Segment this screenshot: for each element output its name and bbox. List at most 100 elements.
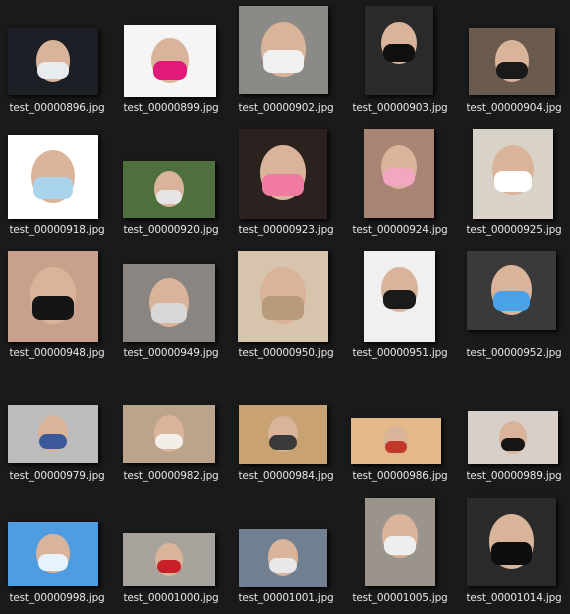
thumbnail-image[interactable] (364, 251, 435, 342)
file-name-label[interactable]: test_00000902.jpg (229, 102, 343, 114)
file-item[interactable]: test_00000984.jpg (229, 368, 343, 490)
thumbnail-image[interactable] (8, 405, 98, 463)
thumbnail-image[interactable] (468, 411, 558, 464)
file-name-label[interactable]: test_00001005.jpg (343, 592, 457, 604)
thumbnail-area[interactable] (343, 245, 457, 345)
thumbnail-image[interactable] (473, 129, 553, 219)
thumbnail-image[interactable] (239, 129, 327, 219)
thumbnail-area[interactable] (343, 368, 457, 468)
thumbnail-image[interactable] (124, 25, 216, 97)
file-name-label[interactable]: test_00000998.jpg (0, 592, 114, 604)
file-name-label[interactable]: test_00000979.jpg (0, 470, 114, 482)
thumbnail-image[interactable] (469, 28, 555, 95)
file-name-label[interactable]: test_00000950.jpg (229, 347, 343, 359)
file-name-label[interactable]: test_00000896.jpg (0, 102, 114, 114)
thumbnail-image[interactable] (8, 28, 98, 95)
file-item[interactable]: test_00001001.jpg (229, 490, 343, 612)
file-name-label[interactable]: test_00000951.jpg (343, 347, 457, 359)
thumbnail-image[interactable] (364, 129, 434, 218)
thumbnail-image[interactable] (8, 251, 98, 342)
file-item[interactable]: test_00000951.jpg (343, 245, 457, 367)
file-item[interactable]: test_00000923.jpg (229, 122, 343, 244)
thumbnail-area[interactable] (0, 122, 114, 222)
file-item[interactable]: test_00000998.jpg (0, 490, 114, 612)
file-name-label[interactable]: test_00000949.jpg (114, 347, 228, 359)
file-name-label[interactable]: test_00000904.jpg (457, 102, 570, 114)
file-name-label[interactable]: test_00000952.jpg (457, 347, 570, 359)
file-name-label[interactable]: test_00000903.jpg (343, 102, 457, 114)
thumbnail-area[interactable] (0, 0, 114, 100)
thumbnail-area[interactable] (343, 490, 457, 590)
thumbnail-area[interactable] (457, 122, 570, 222)
file-item[interactable]: test_00000950.jpg (229, 245, 343, 367)
thumbnail-area[interactable] (229, 368, 343, 468)
thumbnail-area[interactable] (0, 245, 114, 345)
file-name-label[interactable]: test_00000920.jpg (114, 224, 228, 236)
thumbnail-image[interactable] (365, 6, 433, 95)
file-item[interactable]: test_00000979.jpg (0, 368, 114, 490)
thumbnail-image[interactable] (123, 264, 215, 342)
thumbnail-area[interactable] (229, 490, 343, 590)
thumbnail-area[interactable] (0, 490, 114, 590)
file-name-label[interactable]: test_00000982.jpg (114, 470, 228, 482)
thumbnail-image[interactable] (365, 498, 435, 586)
thumbnail-area[interactable] (457, 490, 570, 590)
thumbnail-area[interactable] (229, 245, 343, 345)
thumbnail-area[interactable] (114, 122, 228, 222)
file-item[interactable]: test_00000986.jpg (343, 368, 457, 490)
file-item[interactable]: test_00000920.jpg (114, 122, 228, 244)
thumbnail-area[interactable] (457, 0, 570, 100)
file-item[interactable]: test_00000925.jpg (457, 122, 570, 244)
thumbnail-image[interactable] (351, 418, 441, 464)
thumbnail-area[interactable] (114, 490, 228, 590)
thumbnail-area[interactable] (114, 368, 228, 468)
file-item[interactable]: test_00000896.jpg (0, 0, 114, 122)
thumbnail-area[interactable] (229, 0, 343, 100)
file-item[interactable]: test_00000948.jpg (0, 245, 114, 367)
file-name-label[interactable]: test_00001000.jpg (114, 592, 228, 604)
thumbnail-image[interactable] (467, 251, 556, 330)
file-item[interactable]: test_00000982.jpg (114, 368, 228, 490)
thumbnail-image[interactable] (123, 161, 215, 218)
thumbnail-image[interactable] (123, 533, 215, 586)
file-name-label[interactable]: test_00000924.jpg (343, 224, 457, 236)
thumbnail-image[interactable] (467, 498, 556, 586)
file-item[interactable]: test_00000952.jpg (457, 245, 570, 367)
thumbnail-image[interactable] (8, 135, 98, 219)
file-name-label[interactable]: test_00000948.jpg (0, 347, 114, 359)
thumbnail-image[interactable] (238, 251, 328, 342)
file-item[interactable]: test_00000904.jpg (457, 0, 570, 122)
file-item[interactable]: test_00000918.jpg (0, 122, 114, 244)
file-item[interactable]: test_00000989.jpg (457, 368, 570, 490)
file-name-label[interactable]: test_00000899.jpg (114, 102, 228, 114)
file-name-label[interactable]: test_00000984.jpg (229, 470, 343, 482)
file-item[interactable]: test_00001000.jpg (114, 490, 228, 612)
thumbnail-area[interactable] (229, 122, 343, 222)
file-name-label[interactable]: test_00001014.jpg (457, 592, 570, 604)
thumbnail-area[interactable] (343, 0, 457, 100)
file-item[interactable]: test_00000903.jpg (343, 0, 457, 122)
thumbnail-area[interactable] (457, 368, 570, 468)
file-name-label[interactable]: test_00000989.jpg (457, 470, 570, 482)
file-item[interactable]: test_00001005.jpg (343, 490, 457, 612)
thumbnail-image[interactable] (239, 6, 328, 94)
file-item[interactable]: test_00000949.jpg (114, 245, 228, 367)
file-name-label[interactable]: test_00000925.jpg (457, 224, 570, 236)
thumbnail-area[interactable] (114, 0, 228, 100)
thumbnail-area[interactable] (114, 245, 228, 345)
thumbnail-image[interactable] (123, 405, 215, 463)
thumbnail-area[interactable] (343, 122, 457, 222)
file-item[interactable]: test_00000899.jpg (114, 0, 228, 122)
file-item[interactable]: test_00000902.jpg (229, 0, 343, 122)
thumbnail-image[interactable] (8, 522, 98, 586)
thumbnail-image[interactable] (239, 529, 327, 587)
thumbnail-area[interactable] (457, 245, 570, 345)
file-name-label[interactable]: test_00000923.jpg (229, 224, 343, 236)
thumbnail-area[interactable] (0, 368, 114, 468)
file-name-label[interactable]: test_00001001.jpg (229, 592, 343, 604)
file-item[interactable]: test_00000924.jpg (343, 122, 457, 244)
file-name-label[interactable]: test_00000986.jpg (343, 470, 457, 482)
file-name-label[interactable]: test_00000918.jpg (0, 224, 114, 236)
file-item[interactable]: test_00001014.jpg (457, 490, 570, 612)
thumbnail-image[interactable] (239, 405, 327, 464)
